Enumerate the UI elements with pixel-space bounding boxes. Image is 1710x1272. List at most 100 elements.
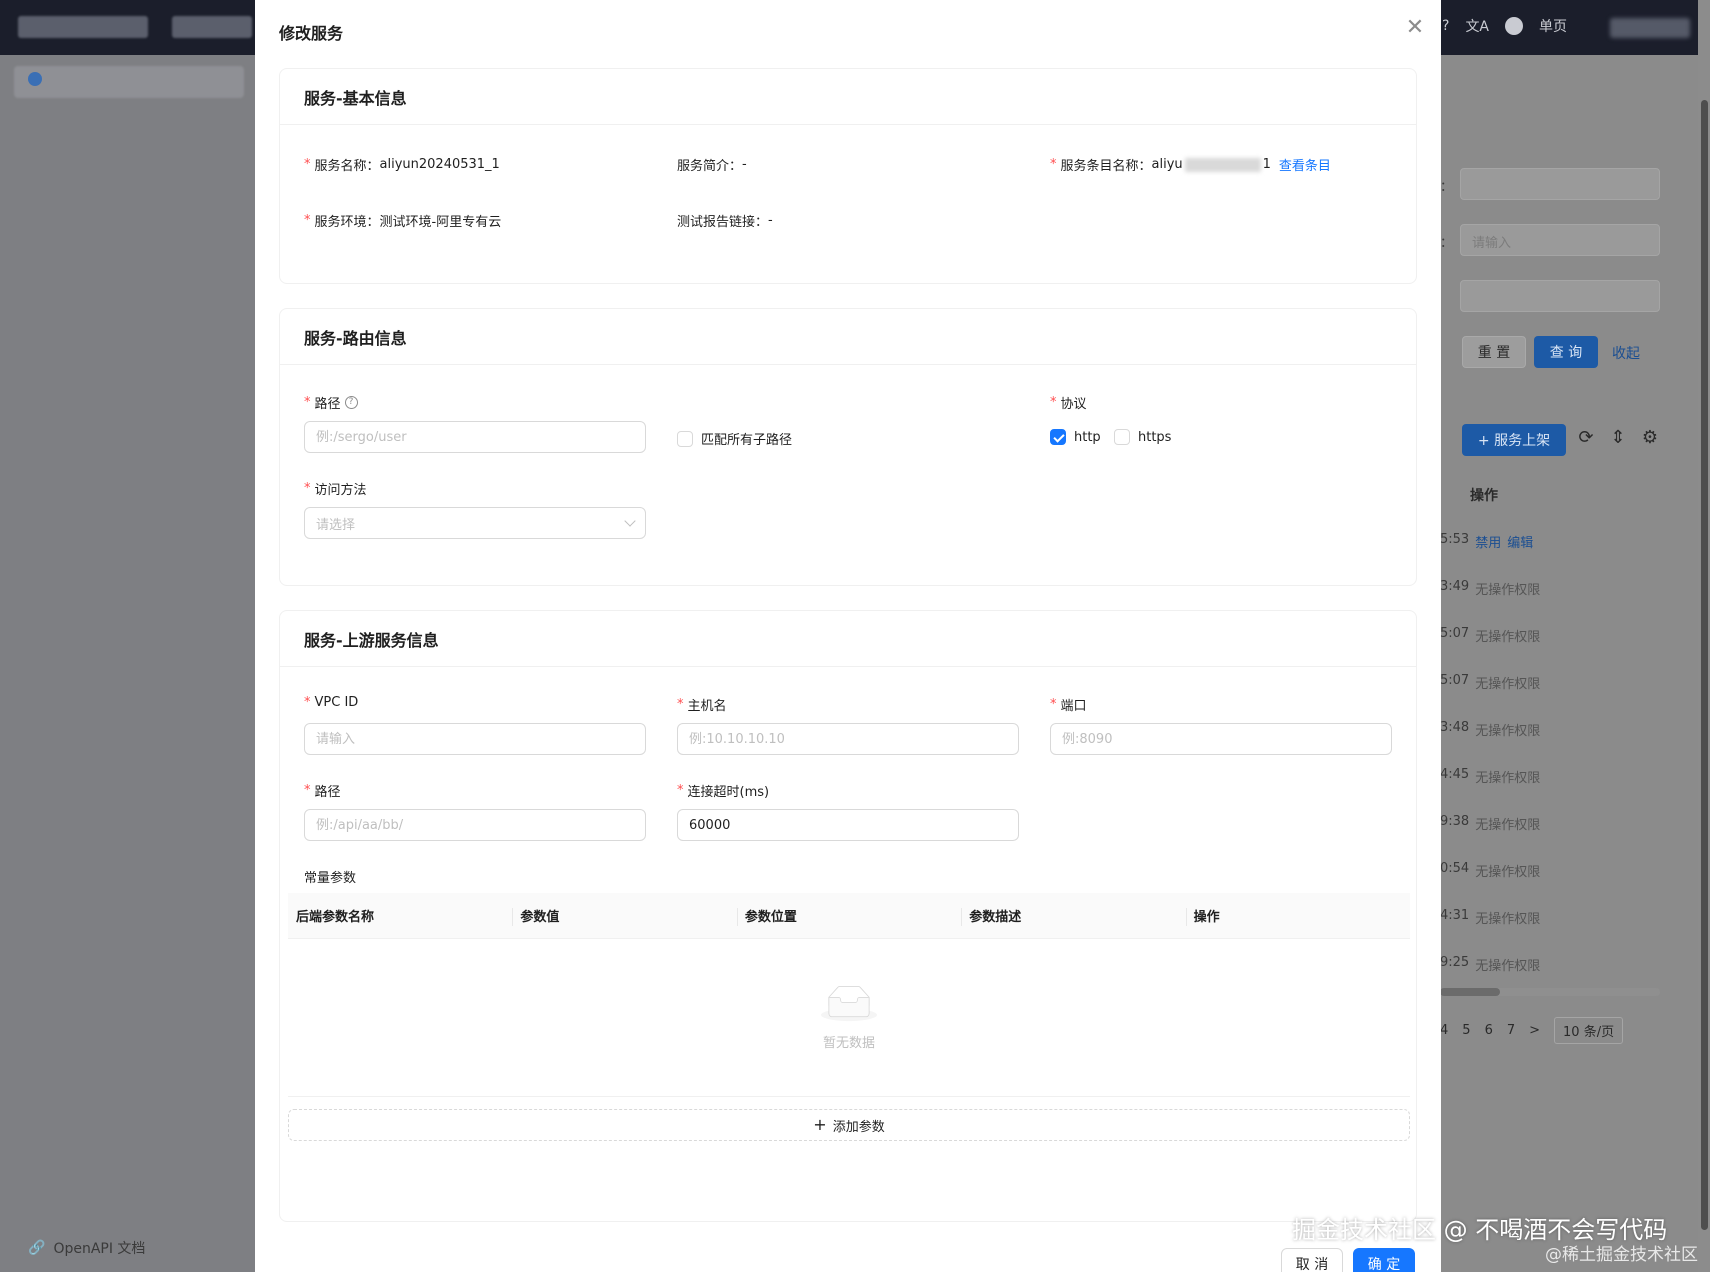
page-item[interactable]: 7 (1507, 1023, 1515, 1038)
row-time: 4:45 (1440, 767, 1470, 782)
service-entry-value-suffix: 1 (1262, 157, 1271, 172)
search-button[interactable]: 查 询 (1534, 336, 1598, 368)
no-permission-text: 无操作权限 (1475, 677, 1541, 692)
page-item[interactable]: 5 (1462, 1023, 1470, 1038)
required-mark: * (304, 481, 311, 496)
page-scrollbar[interactable] (1698, 0, 1710, 1272)
upstream-path-input[interactable] (304, 809, 646, 841)
upstream-path-label: * 路径 (304, 781, 341, 800)
edit-link[interactable]: 编辑 (1507, 532, 1533, 551)
const-params-label: 常量参数 (304, 871, 357, 886)
method-select-placeholder: 请选择 (316, 517, 356, 533)
table-header-action: 操作 (1470, 488, 1498, 504)
timeout-label: * 连接超时(ms) (677, 781, 769, 800)
upstream-info-card: 服务-上游服务信息 * VPC ID * 主机名 * 端口 * 路径 * 连接超… (279, 610, 1417, 1222)
required-mark: * (677, 697, 684, 712)
row-time: 3:48 (1440, 720, 1470, 735)
row-time: 5:07 (1440, 626, 1470, 641)
openapi-docs-link[interactable]: 🔗 OpenAPI 文档 (28, 1238, 145, 1258)
reset-button[interactable]: 重 置 (1462, 336, 1526, 368)
basic-info-title: 服务-基本信息 (280, 69, 1416, 125)
table-row: 9:38 无操作权限 (1440, 814, 1540, 833)
service-entry-value-prefix: aliyu (1151, 157, 1183, 172)
timeout-input[interactable] (677, 809, 1019, 841)
no-permission-text: 无操作权限 (1475, 771, 1541, 786)
user-avatar[interactable] (1610, 18, 1690, 38)
table-row: 4:31 无操作权限 (1440, 908, 1540, 927)
no-permission-text: 无操作权限 (1475, 959, 1541, 974)
translate-icon[interactable]: 文A (1465, 16, 1489, 36)
protocol-label: * 协议 (1050, 393, 1087, 412)
table-scroll-thumb[interactable] (1440, 988, 1500, 996)
modal-title: 修改服务 (279, 24, 344, 43)
add-param-button[interactable]: + 添加参数 (288, 1109, 1410, 1141)
close-icon[interactable]: ✕ (1403, 16, 1427, 40)
page-size-select[interactable]: 10 条/页 (1554, 1017, 1624, 1044)
ok-button[interactable]: 确 定 (1353, 1248, 1415, 1272)
timeout-label-text: 连接超时(ms) (687, 785, 770, 800)
https-checkbox-box[interactable] (1114, 429, 1130, 445)
row-time: 3:49 (1440, 579, 1470, 594)
publish-service-button[interactable]: + 服务上架 (1462, 424, 1566, 456)
edit-service-modal: 修改服务 ✕ 服务-基本信息 * 服务名称： aliyun20240531_1 … (255, 0, 1441, 1272)
port-input[interactable] (1050, 723, 1392, 755)
app-logo (18, 16, 148, 38)
vpc-id-input[interactable] (304, 723, 646, 755)
service-entry-label: 服务条目名称： (1060, 159, 1152, 174)
required-mark: * (304, 783, 311, 798)
service-intro-label: 服务简介： (677, 159, 743, 174)
service-name-field: * 服务名称： aliyun20240531_1 (304, 155, 500, 174)
method-select[interactable]: 请选择 (304, 507, 646, 539)
col-param-value: 参数值 (512, 906, 736, 926)
view-mode-toggle-icon[interactable] (1505, 17, 1524, 35)
http-checkbox-box[interactable] (1050, 429, 1066, 445)
no-permission-text: 无操作权限 (1475, 865, 1541, 880)
protocol-label-text: 协议 (1060, 397, 1087, 412)
page-item[interactable]: 6 (1485, 1023, 1493, 1038)
route-path-label: * 路径 ? (304, 393, 358, 412)
no-permission-text: 无操作权限 (1475, 912, 1541, 927)
match-all-checkbox-box[interactable] (677, 430, 693, 447)
filter-label: ： (1440, 180, 1454, 195)
view-mode-label[interactable]: 单页 (1539, 16, 1567, 36)
col-action: 操作 (1185, 906, 1410, 926)
top-bar-actions: ? 文A 单页 (1442, 16, 1567, 36)
empty-inbox-icon (821, 985, 877, 1022)
help-icon[interactable]: ? (1442, 18, 1449, 34)
table-row: 9:25 无操作权限 (1440, 955, 1540, 974)
sidebar-item-active[interactable] (14, 66, 244, 98)
reload-icon[interactable]: ⟳ (1576, 428, 1596, 448)
page-item[interactable]: 4 (1440, 1023, 1448, 1038)
pagination: 4 5 6 7 > 10 条/页 (1440, 1017, 1624, 1044)
empty-text: 暂无数据 (822, 1036, 875, 1051)
required-mark: * (1050, 697, 1057, 712)
test-report-label: 测试报告链接： (677, 215, 769, 230)
view-entry-link[interactable]: 查看条目 (1279, 155, 1331, 174)
service-name-value: aliyun20240531_1 (379, 157, 500, 172)
filter-select[interactable] (1460, 168, 1660, 200)
table-row: 4:45 无操作权限 (1440, 767, 1540, 786)
disable-link[interactable]: 禁用 (1475, 532, 1501, 551)
cancel-button[interactable]: 取 消 (1281, 1248, 1343, 1272)
column-height-icon[interactable]: ⇕ (1608, 428, 1628, 448)
required-mark: * (304, 213, 311, 228)
hostname-input[interactable] (677, 723, 1019, 755)
route-path-input[interactable] (304, 421, 646, 453)
test-report-field: 测试报告链接： - (677, 211, 773, 230)
page-scrollbar-thumb[interactable] (1701, 100, 1708, 1230)
service-name-label: 服务名称： (314, 159, 380, 174)
protocol-https-checkbox[interactable]: https (1114, 429, 1171, 445)
link-icon: 🔗 (28, 1240, 46, 1256)
question-circle-icon[interactable]: ? (344, 396, 358, 409)
filter-date-range[interactable] (1460, 280, 1660, 312)
settings-icon[interactable]: ⚙ (1640, 428, 1660, 448)
https-label: https (1138, 429, 1172, 445)
collapse-filters-link[interactable]: 收起 (1612, 343, 1640, 363)
match-all-subpaths-checkbox[interactable]: 匹配所有子路径 (677, 429, 792, 448)
chevron-down-icon (624, 515, 636, 527)
service-entry-field: * 服务条目名称： aliyu 1 查看条目 (1050, 155, 1331, 174)
next-page-button[interactable]: > (1529, 1023, 1540, 1038)
protocol-http-checkbox[interactable]: http (1050, 429, 1101, 445)
filter-input-placeholder: 请输入 (1472, 236, 1512, 251)
empty-state: 暂无数据 (288, 939, 1410, 1097)
